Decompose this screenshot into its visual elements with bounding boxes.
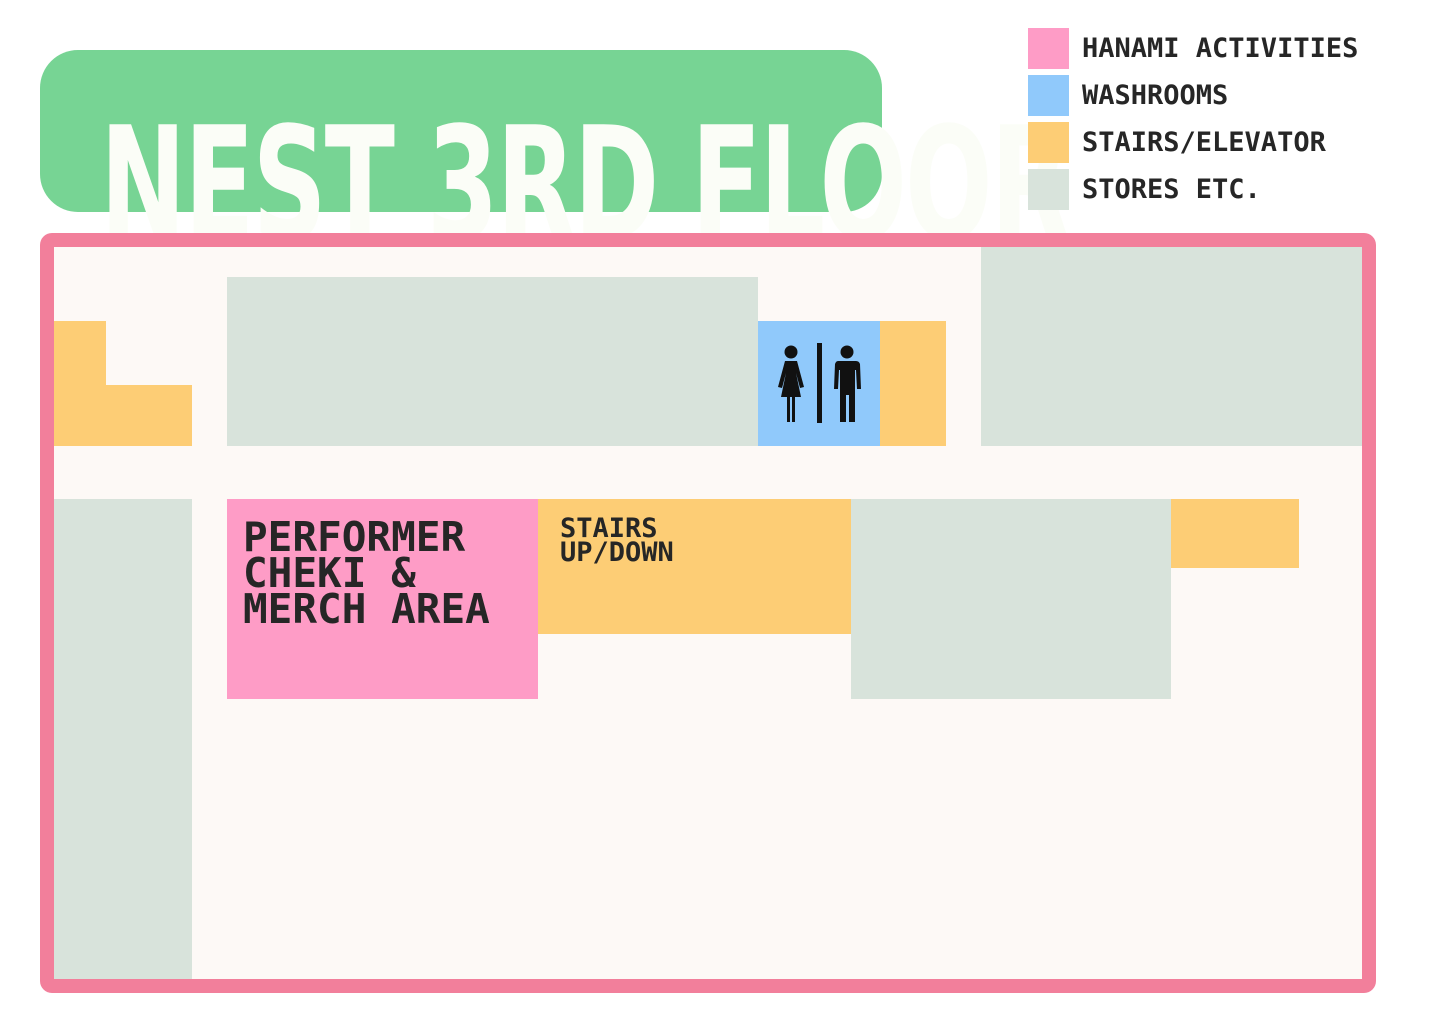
legend-swatch-washrooms [1028,75,1069,116]
elevator-block-north [880,321,946,446]
legend-item-washrooms: WASHROOMS [1028,75,1408,116]
store-block-center-east [851,499,1171,699]
performer-cheki-merch-area: PERFORMER CHEKI & MERCH AREA [227,499,538,699]
page-title-badge: NEST 3RD FLOOR [40,50,1070,262]
stairs-label: STAIRS UP/DOWN [560,515,760,568]
legend-swatch-stores [1028,169,1069,210]
legend-label-stores: STORES ETC. [1082,174,1261,205]
stairs-label-line-2: UP/DOWN [560,537,674,568]
legend-label-hanami: HANAMI ACTIVITIES [1082,33,1359,64]
stairs-block-east [1171,499,1299,568]
legend-swatch-stairs [1028,122,1069,163]
store-block-west [54,499,192,979]
performer-area-label: PERFORMER CHEKI & MERCH AREA [243,517,543,633]
legend-swatch-hanami [1028,28,1069,69]
stairs-block-west-lower [54,385,192,446]
stairs-up-down: STAIRS UP/DOWN [538,499,851,634]
legend-item-stairs: STAIRS/ELEVATOR [1028,122,1408,163]
store-block-northeast [981,247,1362,446]
floor-map: PERFORMER CHEKI & MERCH AREA STAIRS UP/D… [40,233,1376,993]
washroom [758,321,880,446]
legend-label-washrooms: WASHROOMS [1082,80,1229,111]
legend-label-stairs: STAIRS/ELEVATOR [1082,127,1326,158]
legend-item-hanami: HANAMI ACTIVITIES [1028,28,1408,69]
store-block-north [227,277,758,446]
legend-item-stores: STORES ETC. [1028,169,1408,210]
performer-area-label-line-3: MERCH AREA [243,585,490,633]
washroom-icon [778,343,861,423]
